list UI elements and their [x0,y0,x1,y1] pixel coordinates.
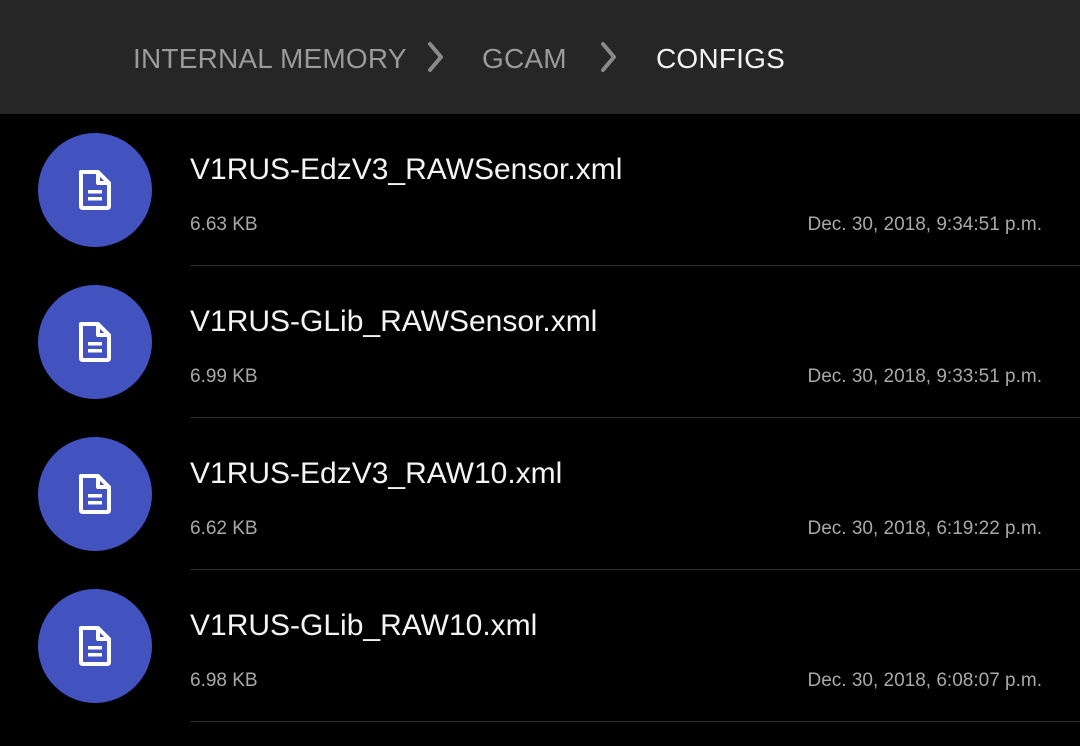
divider [190,721,1080,722]
file-date: Dec. 30, 2018, 9:34:51 p.m. [807,214,1043,235]
file-list: V1RUS-EdzV3_RAWSensor.xml 6.63 KB Dec. 3… [0,114,1080,746]
file-date: Dec. 30, 2018, 6:08:07 p.m. [807,670,1043,691]
file-name: V1RUS-GLib_RAWSensor.xml [190,305,598,338]
breadcrumb-gcam[interactable]: GCAM [482,40,567,78]
file-size: 6.98 KB [190,670,258,691]
document-icon [38,437,152,551]
breadcrumb-configs[interactable]: CONFIGS [656,40,785,78]
file-name: V1RUS-EdzV3_RAWSensor.xml [190,153,623,186]
file-name: V1RUS-EdzV3_RAW10.xml [190,457,563,490]
file-row[interactable]: V1RUS-GLib_RAW10.xml 6.98 KB Dec. 30, 20… [0,570,1080,722]
breadcrumb-bar: INTERNAL MEMORY GCAM CONFIGS [0,0,1080,114]
chevron-right-icon [428,42,443,72]
document-icon [38,285,152,399]
document-icon [38,133,152,247]
file-row[interactable]: V1RUS-GLib_RAWSensor.xml 6.99 KB Dec. 30… [0,266,1080,418]
breadcrumb-internal-memory[interactable]: INTERNAL MEMORY [133,40,407,78]
file-size: 6.62 KB [190,518,258,539]
file-date: Dec. 30, 2018, 9:33:51 p.m. [807,366,1043,387]
file-name: V1RUS-GLib_RAW10.xml [190,609,538,642]
file-size: 6.63 KB [190,214,258,235]
file-row[interactable]: V1RUS-EdzV3_RAW10.xml 6.62 KB Dec. 30, 2… [0,418,1080,570]
document-icon [38,589,152,703]
file-date: Dec. 30, 2018, 6:19:22 p.m. [807,518,1043,539]
file-row[interactable]: V1RUS-EdzV3_RAWSensor.xml 6.63 KB Dec. 3… [0,114,1080,266]
file-size: 6.99 KB [190,366,258,387]
chevron-right-icon [601,42,616,72]
